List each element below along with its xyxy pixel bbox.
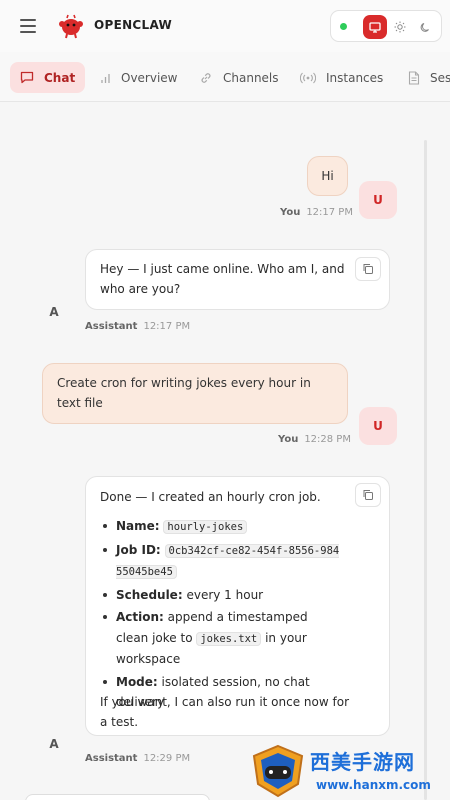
avatar: U <box>359 407 397 445</box>
chat-input[interactable] <box>25 794 210 800</box>
monitor-icon[interactable] <box>363 15 387 39</box>
tab-label: Instances <box>326 70 384 85</box>
chat-icon <box>20 71 34 84</box>
moon-icon[interactable] <box>413 15 437 39</box>
logo-icon <box>59 14 83 39</box>
scrollbar[interactable] <box>424 140 427 800</box>
message-meta: Assistant 12:17 PM <box>85 321 191 332</box>
copy-icon[interactable] <box>355 483 381 507</box>
document-icon <box>408 70 420 85</box>
copy-icon[interactable] <box>355 257 381 281</box>
code-name: hourly-jokes <box>163 520 248 534</box>
bar-chart-icon <box>101 73 110 83</box>
message-text: Done — I created an hourly cron job. <box>100 490 321 504</box>
nav-tabs: Chat Overview Channels Instances Ses <box>0 52 450 102</box>
theme-controls <box>330 10 442 42</box>
job-details-list: Name: hourly-jokes Job ID: 0cb342cf-ce82… <box>100 516 340 715</box>
tab-channels[interactable]: Channels <box>199 62 279 93</box>
tab-label: Channels <box>223 70 279 85</box>
brand-name: OPENCLAW <box>94 18 173 32</box>
code-file: jokes.txt <box>196 631 262 646</box>
tab-label: Overview <box>121 70 178 85</box>
avatar: A <box>49 305 59 319</box>
menu-icon[interactable] <box>20 19 36 33</box>
gamepad-shield-icon <box>252 744 304 798</box>
message-text: Hey — I just came online. Who am I, and … <box>100 262 345 296</box>
assistant-message-bubble: Done — I created an hourly cron job. Nam… <box>85 476 390 736</box>
tab-instances[interactable]: Instances <box>300 62 383 93</box>
broadcast-icon <box>300 72 316 83</box>
sun-icon[interactable] <box>388 15 412 39</box>
assistant-message-bubble: Hey — I just came online. Who am I, and … <box>85 249 390 310</box>
tab-overview[interactable]: Overview <box>100 62 178 93</box>
message-text: Create cron for writing jokes every hour… <box>57 376 311 410</box>
message-text: Hi <box>321 169 334 183</box>
list-item: Action: append a timestamped clean joke … <box>100 607 340 670</box>
top-bar: OPENCLAW <box>0 0 450 52</box>
watermark-url: www.hanxm.com <box>316 778 431 792</box>
user-message-bubble: Hi <box>307 156 348 196</box>
user-message-bubble: Create cron for writing jokes every hour… <box>42 363 348 424</box>
message-meta: You 12:17 PM <box>280 207 353 218</box>
tab-sessions[interactable]: Ses <box>408 62 450 93</box>
message-meta: Assistant 12:29 PM <box>85 753 191 764</box>
link-icon <box>201 72 211 83</box>
tab-label: Chat <box>44 70 76 85</box>
list-item: Name: hourly-jokes <box>100 516 340 538</box>
message-meta: You 12:28 PM <box>278 434 351 445</box>
tab-label: Ses <box>430 70 450 85</box>
avatar: U <box>359 181 397 219</box>
message-text: If you want, I can also run it once now … <box>100 695 349 729</box>
list-item: Job ID: 0cb342cf-ce82-454f-8556-98455045… <box>100 540 340 583</box>
status-dot <box>340 23 347 30</box>
list-item: Schedule: every 1 hour <box>100 585 340 606</box>
tab-chat[interactable]: Chat <box>10 62 86 93</box>
watermark-text: 西美手游网 <box>310 750 415 774</box>
avatar: A <box>49 737 59 751</box>
watermark: 西美手游网 www.hanxm.com <box>250 742 450 800</box>
